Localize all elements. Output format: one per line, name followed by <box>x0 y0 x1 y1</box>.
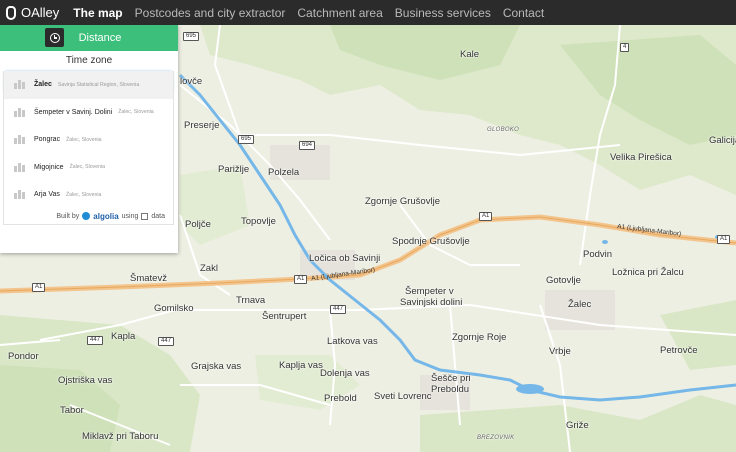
place-label: Polzela <box>268 167 300 178</box>
place-label: Podvin <box>583 249 613 260</box>
nav-business-services[interactable]: Business services <box>395 6 491 20</box>
place-label: Dolenja vas <box>320 368 370 379</box>
suggestion-region: Žalec, Slovenia <box>66 136 102 143</box>
place-label: Zakl <box>200 263 218 274</box>
place-label: Prebold <box>324 393 357 404</box>
algolia-label[interactable]: algolia <box>93 212 118 221</box>
building-icon <box>14 107 26 117</box>
place-label: Vrbje <box>549 346 571 357</box>
suggestion-name: Pongrac <box>34 136 61 144</box>
suggestion-name: Migojnice <box>34 163 64 171</box>
place-label: Miklavž pri Taboru <box>82 431 159 442</box>
brand[interactable]: OAlley <box>0 5 59 20</box>
top-navbar: OAlley The map Postcodes and city extrac… <box>0 0 736 25</box>
suggestion-region: Žalec, Slovenia <box>65 191 102 198</box>
road-shield: 447 <box>330 305 347 314</box>
distance-button[interactable]: Distance <box>0 25 178 51</box>
place-label: Šešče pri <box>431 373 471 384</box>
place-label: Grajska vas <box>191 361 242 372</box>
place-label: Petrovče <box>660 345 698 356</box>
place-label: Griže <box>566 420 589 431</box>
place-label: Kapla <box>111 331 136 342</box>
using-label: using <box>121 212 139 220</box>
road-shield: 695 <box>238 135 255 144</box>
suggestion-item[interactable]: Migojnice Žalec, Slovenia <box>4 154 173 182</box>
suggestion-item[interactable]: Šempeter v Savinj. Dolini Žalec, Sloveni… <box>4 99 173 127</box>
place-label: Velika Pirešica <box>610 152 672 163</box>
place-label: Sveti Lovrenc <box>374 391 432 402</box>
suggestion-region: Žalec, Slovenia <box>118 109 154 116</box>
suggestion-region: Žalec, Slovenia <box>69 164 106 171</box>
place-label: Topovlje <box>241 216 276 227</box>
building-icon <box>14 80 26 90</box>
road-shield: A1 <box>294 275 308 284</box>
timezone-label[interactable]: Time zone <box>0 55 178 69</box>
place-label: Zgornje Grušovlje <box>365 196 440 207</box>
suggestions-dropdown: Žalec Savinja Statistical Region, Sloven… <box>3 71 174 225</box>
suggestion-item[interactable]: Arja Vas Žalec, Slovenia <box>4 181 173 209</box>
place-label: Zgornje Roje <box>452 332 507 343</box>
road-shield: A1 <box>32 283 46 292</box>
suggestion-name: Šempeter v Savinj. Dolini <box>34 108 113 116</box>
place-label: Galicija <box>709 135 736 146</box>
road-shield: 694 <box>299 141 316 150</box>
road-shield: 695 <box>183 32 200 41</box>
suggestion-name: Žalec <box>34 81 52 89</box>
brand-logo-icon <box>6 5 16 20</box>
place-label: Preboldu <box>431 384 470 395</box>
algolia-logo-icon <box>82 212 91 220</box>
place-label: Ložnica pri Žalcu <box>612 267 684 278</box>
place-label: Poljče <box>185 219 211 230</box>
osm-logo-icon <box>141 212 149 220</box>
place-label: BREZOVNIK <box>477 435 515 441</box>
clock-icon <box>45 28 64 47</box>
nav-postcodes[interactable]: Postcodes and city extractor <box>135 6 286 20</box>
place-label: Šmatevž <box>130 273 167 284</box>
data-label: data <box>151 212 165 220</box>
place-label: Ločica ob Savinji <box>309 253 381 264</box>
road-shield: 4 <box>620 43 630 52</box>
place-label: GLOBOKO <box>487 127 520 133</box>
place-label: Trnava <box>236 295 266 306</box>
place-label: lovče <box>180 76 203 87</box>
brand-name: OAlley <box>21 5 60 20</box>
place-label: Savinjski dolini <box>400 297 463 308</box>
distance-label: Distance <box>78 32 122 44</box>
nav-catchment-area[interactable]: Catchment area <box>297 6 382 20</box>
building-icon <box>14 190 26 200</box>
place-label: Gotovlje <box>546 275 581 286</box>
built-by-label: Built by <box>56 212 80 220</box>
road-shield: A1 <box>717 235 731 244</box>
building-icon <box>14 162 26 172</box>
place-label: Šentrupert <box>262 311 307 322</box>
place-label: Preserje <box>184 120 220 131</box>
place-label: Ojstriška vas <box>58 375 113 386</box>
road-shield: 447 <box>87 336 104 345</box>
place-label: Pondor <box>8 351 39 362</box>
place-label: Kaplja vas <box>279 360 323 371</box>
suggestions-footer: Built by algolia using data <box>4 209 173 224</box>
nav-contact[interactable]: Contact <box>503 6 544 20</box>
place-label: Parižlje <box>218 164 250 175</box>
place-label: Žalec <box>568 299 592 310</box>
nav-the-map[interactable]: The map <box>73 6 122 20</box>
place-label: Latkova vas <box>327 336 378 347</box>
suggestion-region: Savinja Statistical Region, Slovenia <box>57 81 140 88</box>
suggestion-name: Arja Vas <box>34 191 60 199</box>
suggestion-item[interactable]: Pongrac Žalec, Slovenia <box>4 126 173 154</box>
place-label: Šempeter v <box>405 286 454 297</box>
road-shield: A1 <box>479 212 493 221</box>
place-label: Tabor <box>60 405 84 416</box>
suggestion-item[interactable]: Žalec Savinja Statistical Region, Sloven… <box>4 71 173 99</box>
place-label: Spodnje Grušovlje <box>392 236 470 247</box>
road-shield: 447 <box>158 337 175 346</box>
place-label: Gomilsko <box>154 303 194 314</box>
building-icon <box>14 135 26 145</box>
place-label: Kale <box>460 49 480 60</box>
